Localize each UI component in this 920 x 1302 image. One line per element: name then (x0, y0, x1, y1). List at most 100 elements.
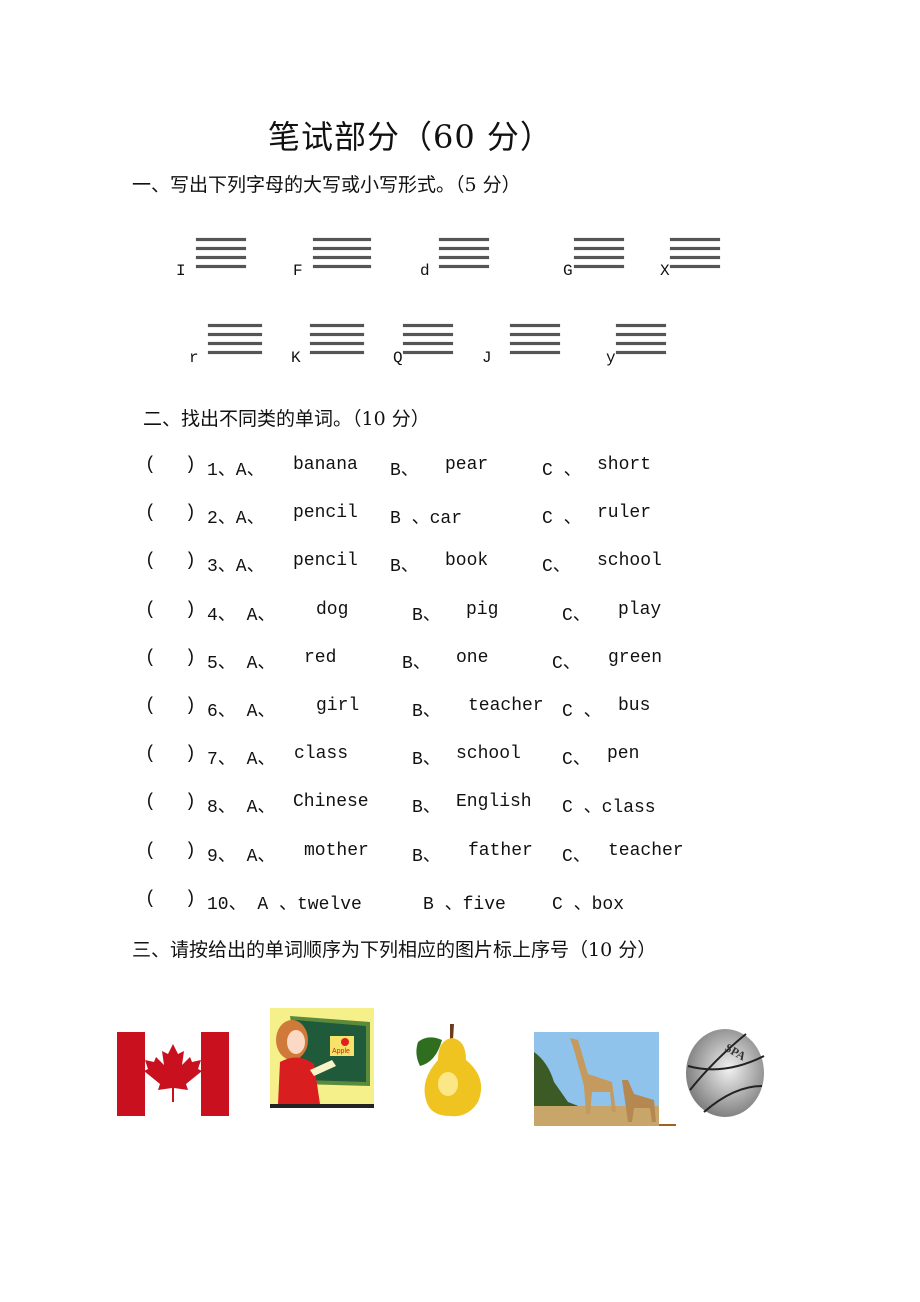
question-9-b: father (468, 841, 533, 861)
question-4-b: pig (466, 600, 499, 620)
board-text: Apple (332, 1048, 350, 1055)
pear-picture (416, 1024, 482, 1117)
question-8-b: English (456, 792, 532, 812)
section2-heading: 二、找出不同类的单词。（10 分） (143, 408, 430, 430)
letter-prompt: X (660, 262, 670, 280)
question-2-c: ruler (597, 503, 652, 523)
canada-flag-picture (117, 1032, 229, 1116)
question-9-paren[interactable]: ( (145, 841, 156, 861)
question-5-b-label: B、 (402, 654, 431, 674)
question-7-a: class (294, 744, 349, 764)
question-10-paren[interactable]: ( (145, 889, 156, 909)
question-3-c-label: C、 (542, 557, 571, 577)
letter-prompt: r (189, 349, 199, 367)
question-7-b: school (456, 744, 521, 764)
question-2-c-label: C 、 (542, 509, 582, 529)
question-6-close: ) (185, 696, 196, 716)
question-3-a: pencil (293, 551, 358, 571)
section1-heading: 一、写出下列字母的大写或小写形式。（5 分） (132, 174, 521, 196)
question-3-paren[interactable]: ( (145, 551, 156, 571)
question-9-close: ) (185, 841, 196, 861)
question-7-paren[interactable]: ( (145, 744, 156, 764)
question-8-b-label: B、 (412, 798, 441, 818)
question-6-c-label: C 、 (562, 702, 602, 722)
question-8-paren[interactable]: ( (145, 792, 156, 812)
question-1-c: short (597, 455, 652, 475)
question-7-b-label: B、 (412, 750, 441, 770)
question-1-paren[interactable]: ( (145, 455, 156, 475)
question-2-num: 2、A、 (207, 509, 265, 529)
question-9-num: 9、 A、 (207, 847, 276, 867)
question-4-a: dog (316, 600, 349, 620)
question-9-b-label: B、 (412, 847, 441, 867)
letter-prompt: K (291, 349, 301, 367)
writing-lines[interactable] (403, 324, 453, 358)
question-10-close: ) (185, 889, 196, 909)
question-3-close: ) (185, 551, 196, 571)
question-9-c-label: C、 (562, 847, 591, 867)
question-6-c: bus (618, 696, 651, 716)
question-1-a: banana (293, 455, 358, 475)
question-5-paren[interactable]: ( (145, 648, 156, 668)
question-8-c-label: C 、class (562, 798, 656, 818)
question-4-b-label: B、 (412, 606, 441, 626)
question-10-num: 10、 A 、twelve (207, 895, 362, 915)
page-title: 笔试部分（60 分） (268, 118, 553, 156)
question-6-b-label: B、 (412, 702, 441, 722)
teacher-picture: Apple (270, 1008, 374, 1108)
question-1-num: 1、A、 (207, 461, 265, 481)
question-8-num: 8、 A、 (207, 798, 276, 818)
writing-lines[interactable] (670, 238, 720, 272)
writing-lines[interactable] (196, 238, 246, 272)
question-3-b: book (445, 551, 489, 571)
question-2-close: ) (185, 503, 196, 523)
question-4-close: ) (185, 600, 196, 620)
writing-lines[interactable] (313, 238, 371, 272)
letter-prompt: F (293, 262, 303, 280)
question-9-a: mother (304, 841, 369, 861)
writing-lines[interactable] (439, 238, 489, 272)
question-5-c: green (608, 648, 663, 668)
question-6-num: 6、 A、 (207, 702, 276, 722)
question-7-c-label: C、 (562, 750, 591, 770)
writing-lines[interactable] (616, 324, 666, 358)
question-10-b-label: B 、five (423, 895, 506, 915)
question-3-num: 3、A、 (207, 557, 265, 577)
question-3-c: school (597, 551, 662, 571)
question-6-b: teacher (468, 696, 544, 716)
writing-lines[interactable] (208, 324, 262, 358)
question-9-c: teacher (608, 841, 684, 861)
basketball-picture: SPA (686, 1029, 765, 1117)
question-2-paren[interactable]: ( (145, 503, 156, 523)
question-10-c-label: C 、box (552, 895, 625, 915)
section3-heading: 三、请按给出的单词顺序为下列相应的图片标上序号（10 分） (132, 939, 657, 961)
question-6-paren[interactable]: ( (145, 696, 156, 716)
letter-prompt: G (563, 262, 573, 280)
writing-lines[interactable] (310, 324, 364, 358)
question-4-num: 4、 A、 (207, 606, 276, 626)
question-8-a: Chinese (293, 792, 369, 812)
question-1-c-label: C 、 (542, 461, 582, 481)
question-1-b-label: B、 (390, 461, 419, 481)
question-6-a: girl (316, 696, 360, 716)
question-8-close: ) (185, 792, 196, 812)
letter-prompt: I (176, 262, 186, 280)
letter-prompt: J (482, 349, 492, 367)
question-2-b-label: B 、car (390, 509, 463, 529)
question-4-paren[interactable]: ( (145, 600, 156, 620)
question-7-num: 7、 A、 (207, 750, 276, 770)
letter-prompt: Q (393, 349, 403, 367)
question-4-c-label: C、 (562, 606, 591, 626)
question-1-close: ) (185, 455, 196, 475)
question-4-c: play (618, 600, 662, 620)
question-5-b: one (456, 648, 489, 668)
question-3-b-label: B、 (390, 557, 419, 577)
question-5-a: red (304, 648, 337, 668)
question-7-c: pen (607, 744, 640, 764)
question-7-close: ) (185, 744, 196, 764)
giraffe-picture (534, 1032, 676, 1126)
question-1-b: pear (445, 455, 489, 475)
writing-lines[interactable] (574, 238, 624, 272)
question-2-a: pencil (293, 503, 358, 523)
writing-lines[interactable] (510, 324, 560, 358)
